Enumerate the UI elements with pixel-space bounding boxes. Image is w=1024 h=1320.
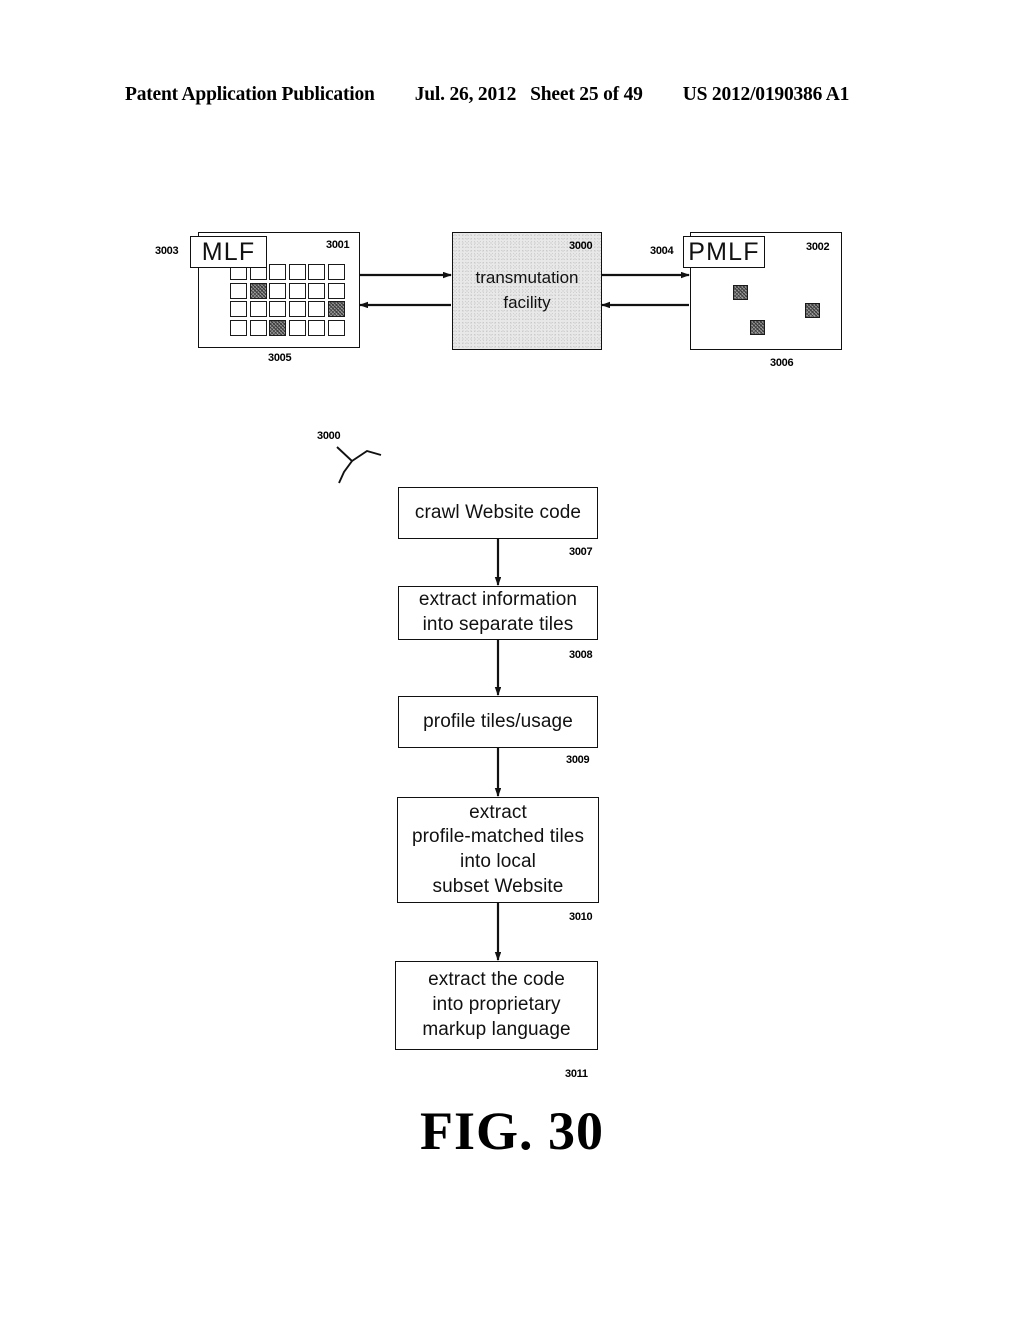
header-sheet-number: Sheet 25 of 49 (530, 84, 643, 105)
flow-step-profile-tiles-usage: profile tiles/usage (398, 696, 598, 748)
ref-3000-flowchart: 3000 (317, 430, 341, 442)
flow-step-crawl-website-code: crawl Website code (398, 487, 598, 539)
ref-3001: 3001 (326, 239, 350, 251)
pmlf-label-box: PMLF (683, 236, 765, 268)
leader-squiggle-tail (351, 449, 382, 462)
ref-3003: 3003 (155, 245, 179, 257)
flow-step-line: crawl Website code (414, 501, 582, 523)
mlf-tile (230, 319, 247, 336)
mlf-tile (327, 282, 345, 299)
ref-3005: 3005 (268, 352, 292, 364)
flow-step-line: extract the code (428, 969, 565, 991)
mlf-tile (308, 282, 325, 299)
flow-step-line: into local (460, 851, 536, 872)
pmlf-tile (750, 320, 765, 335)
mlf-label-text: MLF (201, 237, 256, 266)
flow-step-line: subset Website (432, 875, 564, 897)
header-publication-label: Patent Application Publication (125, 84, 375, 105)
mlf-tile (288, 264, 306, 280)
flow-step-line: profile-matched tiles (411, 826, 585, 848)
flow-step-line: into separate tiles (422, 614, 574, 635)
mlf-tile (288, 282, 306, 299)
flow-step-extract-profile-matched-tiles: extract profile-matched tiles into local… (397, 797, 599, 903)
mlf-tile-filled (269, 319, 286, 336)
flow-step-line: extract (469, 801, 527, 823)
mlf-tile-grid (230, 264, 345, 336)
leader-squiggle (336, 446, 354, 484)
mlf-tile (269, 264, 286, 280)
pmlf-tile (733, 285, 748, 300)
ref-3007: 3007 (569, 546, 593, 558)
figure-caption: FIG. 30 (419, 1101, 604, 1161)
mlf-tile (288, 301, 306, 317)
ref-3010: 3010 (569, 911, 593, 923)
ref-3008: 3008 (569, 649, 593, 661)
mlf-tile (269, 301, 286, 317)
mlf-tile (249, 319, 267, 336)
mlf-tile (308, 301, 325, 317)
mlf-tile (308, 319, 325, 336)
ref-3000-facility: 3000 (569, 240, 593, 252)
page-header: Patent Application Publication Jul. 26, … (125, 84, 885, 110)
flow-step-extract-code-markup: extract the code into proprietary markup… (395, 961, 598, 1050)
mlf-tile (327, 319, 345, 336)
header-date: Jul. 26, 2012 (414, 84, 517, 105)
ref-3006: 3006 (770, 357, 794, 369)
pmlf-tile (805, 303, 820, 318)
ref-3011: 3011 (565, 1068, 588, 1080)
flow-step-line: profile tiles/usage (423, 710, 573, 732)
pmlf-label-text: PMLF (688, 237, 760, 266)
flow-step-extract-information: extract information into separate tiles (398, 586, 598, 640)
flow-step-line: into proprietary (432, 994, 561, 1016)
flow-step-line: markup language (422, 1018, 571, 1040)
mlf-tile (327, 264, 345, 280)
mlf-tile (269, 282, 286, 299)
mlf-tile (288, 319, 306, 336)
header-patent-number: US 2012/0190386 A1 (682, 84, 850, 105)
mlf-tile (230, 301, 247, 317)
mlf-tile (308, 264, 325, 280)
ref-3004: 3004 (650, 245, 674, 257)
flow-step-line: extract information (418, 589, 578, 611)
mlf-tile-filled (327, 301, 345, 317)
mlf-tile-filled (249, 282, 267, 299)
mlf-tile (249, 301, 267, 317)
ref-3009: 3009 (566, 754, 590, 766)
ref-3002: 3002 (806, 241, 830, 253)
mlf-tile (230, 282, 247, 299)
mlf-label-box: MLF (190, 236, 267, 268)
